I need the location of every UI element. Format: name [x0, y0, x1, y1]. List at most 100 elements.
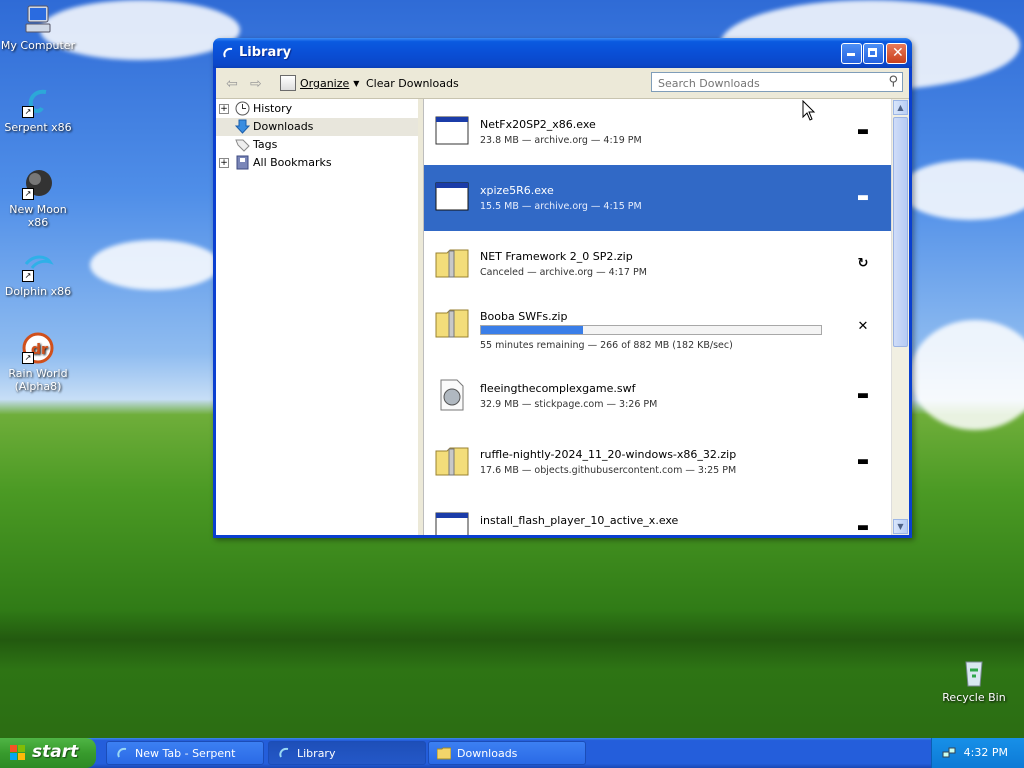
folder-icon: [436, 746, 452, 760]
taskbar-item-downloads[interactable]: Downloads: [428, 741, 586, 765]
zip-file-icon: [435, 445, 469, 477]
scroll-down-icon[interactable]: ▼: [893, 519, 908, 534]
download-row[interactable]: NetFx20SP2_x86.exe 23.8 MB — archive.org…: [424, 99, 891, 165]
desktop-icon-my-computer[interactable]: My Computer: [0, 4, 78, 52]
download-name: Booba SWFs.zip: [480, 310, 568, 323]
window-content: ⇦ ⇨ Organize ▼ Clear Downloads ⚲ + Histo…: [216, 68, 909, 535]
serpent-app-icon: [221, 46, 235, 60]
exe-file-icon: [435, 115, 469, 147]
desktop-icon-rain-world[interactable]: dr ↗ Rain World (Alpha8): [0, 332, 78, 393]
download-row[interactable]: NET Framework 2_0 SP2.zip Canceled — arc…: [424, 231, 891, 297]
desktop-icon-recycle-bin[interactable]: Recycle Bin: [934, 656, 1014, 704]
taskbar-item-library[interactable]: Library: [268, 741, 426, 765]
serpent-app-icon: [277, 746, 291, 760]
download-row[interactable]: fleeingthecomplexgame.swf 32.9 MB — stic…: [424, 363, 891, 429]
sidebar-item-all-bookmarks[interactable]: + All Bookmarks: [216, 154, 418, 172]
download-row[interactable]: xpize5R6.exe 15.5 MB — archive.org — 4:1…: [424, 165, 891, 231]
maximize-icon: [868, 48, 877, 57]
serpent-icon: ↗: [22, 86, 54, 118]
toolbar: ⇦ ⇨ Organize ▼ Clear Downloads ⚲: [216, 68, 909, 99]
search-icon[interactable]: ⚲: [888, 74, 898, 89]
network-icon[interactable]: [942, 746, 956, 760]
desktop-icon-label: Serpent x86: [4, 121, 72, 134]
dolphin-icon: ↗: [22, 250, 54, 282]
bookmarks-icon: [235, 155, 250, 170]
forward-arrow-icon[interactable]: ⇨: [250, 76, 262, 92]
download-name: NET Framework 2_0 SP2.zip: [480, 250, 633, 263]
recycle-bin-icon: [958, 656, 990, 688]
desktop-icon-new-moon[interactable]: ↗ New Moon x86: [0, 168, 78, 229]
mouse-cursor-icon: [802, 99, 816, 125]
shortcut-arrow-icon: ↗: [22, 188, 34, 200]
search-input[interactable]: [656, 74, 880, 92]
desktop-icon-label: My Computer: [0, 39, 76, 52]
start-label: start: [32, 742, 79, 762]
scrollbar-thumb[interactable]: [893, 117, 908, 347]
cloud: [90, 240, 220, 290]
exe-file-icon: [435, 181, 469, 213]
desktop-icon-serpent[interactable]: ↗ Serpent x86: [0, 86, 78, 134]
expand-icon[interactable]: +: [219, 158, 229, 168]
start-button[interactable]: start: [0, 738, 96, 768]
download-name: NetFx20SP2_x86.exe: [480, 118, 596, 131]
title-bar[interactable]: Library ✕: [213, 38, 912, 68]
downloads-list: NetFx20SP2_x86.exe 23.8 MB — archive.org…: [424, 99, 891, 535]
download-row[interactable]: Booba SWFs.zip 55 minutes remaining — 26…: [424, 297, 891, 363]
expand-icon[interactable]: +: [219, 104, 229, 114]
shortcut-arrow-icon: ↗: [22, 106, 34, 118]
download-meta: 55 minutes remaining — 266 of 882 MB (18…: [480, 340, 733, 351]
vertical-scrollbar[interactable]: ▲ ▼: [891, 99, 909, 535]
desktop-icon-dolphin[interactable]: ↗ Dolphin x86: [0, 250, 78, 298]
desktop-icon-label: Dolphin x86: [4, 285, 72, 298]
taskbar-item-label: New Tab - Serpent: [135, 747, 236, 760]
retry-icon[interactable]: ↻: [855, 256, 871, 272]
download-meta: 17.6 MB — objects.githubusercontent.com …: [480, 465, 737, 476]
download-meta: 23.8 MB — archive.org — 4:19 PM: [480, 135, 642, 146]
sidebar-item-label: History: [253, 102, 293, 115]
swf-file-icon: [435, 379, 469, 411]
search-box[interactable]: ⚲: [651, 72, 903, 92]
shortcut-arrow-icon: ↗: [22, 352, 34, 364]
maximize-button[interactable]: [863, 43, 884, 64]
open-folder-icon[interactable]: ▬: [855, 520, 871, 535]
close-button[interactable]: ✕: [886, 43, 907, 64]
organize-button[interactable]: Organize ▼: [280, 74, 359, 92]
system-tray: 4:32 PM: [931, 738, 1024, 768]
scroll-up-icon[interactable]: ▲: [893, 100, 908, 115]
window-title: Library: [239, 45, 292, 60]
windows-flag-icon: [10, 745, 26, 761]
downloads-arrow-icon: [234, 119, 251, 134]
download-name: ruffle-nightly-2024_11_20-windows-x86_32…: [480, 448, 737, 461]
sidebar-item-label: Tags: [253, 138, 278, 151]
taskbar-item-new-tab[interactable]: New Tab - Serpent: [106, 741, 264, 765]
download-meta: 15.5 MB — archive.org — 4:15 PM: [480, 201, 642, 212]
open-folder-icon[interactable]: ▬: [855, 190, 871, 206]
organize-icon: [280, 75, 296, 91]
download-name: fleeingthecomplexgame.swf: [480, 382, 636, 395]
sidebar-item-history[interactable]: + History: [216, 100, 418, 118]
open-folder-icon[interactable]: ▬: [855, 124, 871, 140]
clear-downloads-button[interactable]: Clear Downloads: [366, 77, 459, 90]
cancel-icon[interactable]: ✕: [855, 319, 871, 335]
minimize-button[interactable]: [841, 43, 862, 64]
open-folder-icon[interactable]: ▬: [855, 454, 871, 470]
computer-icon: [22, 4, 54, 36]
zip-file-icon: [435, 307, 469, 339]
clock[interactable]: 4:32 PM: [964, 746, 1008, 759]
sidebar-item-label: All Bookmarks: [253, 156, 332, 169]
exe-file-icon: [435, 511, 469, 535]
sidebar-item-tags[interactable]: Tags: [216, 136, 418, 154]
desktop-icon-label: New Moon x86: [9, 203, 67, 229]
download-name: install_flash_player_10_active_x.exe: [480, 514, 679, 527]
download-meta: 32.9 MB — stickpage.com — 3:26 PM: [480, 399, 658, 410]
download-row[interactable]: ruffle-nightly-2024_11_20-windows-x86_32…: [424, 429, 891, 495]
open-folder-icon[interactable]: ▬: [855, 388, 871, 404]
sidebar-item-downloads[interactable]: Downloads: [216, 118, 418, 136]
dropdown-arrow-icon: ▼: [353, 78, 360, 88]
library-sidebar: + History Downloads Tags + All Bookmarks: [216, 99, 419, 535]
organize-label: Organize: [300, 76, 350, 90]
back-arrow-icon[interactable]: ⇦: [226, 76, 238, 92]
download-row[interactable]: install_flash_player_10_active_x.exe ▬: [424, 495, 891, 535]
download-progress-bar: [480, 325, 822, 335]
serpent-app-icon: [115, 746, 129, 760]
